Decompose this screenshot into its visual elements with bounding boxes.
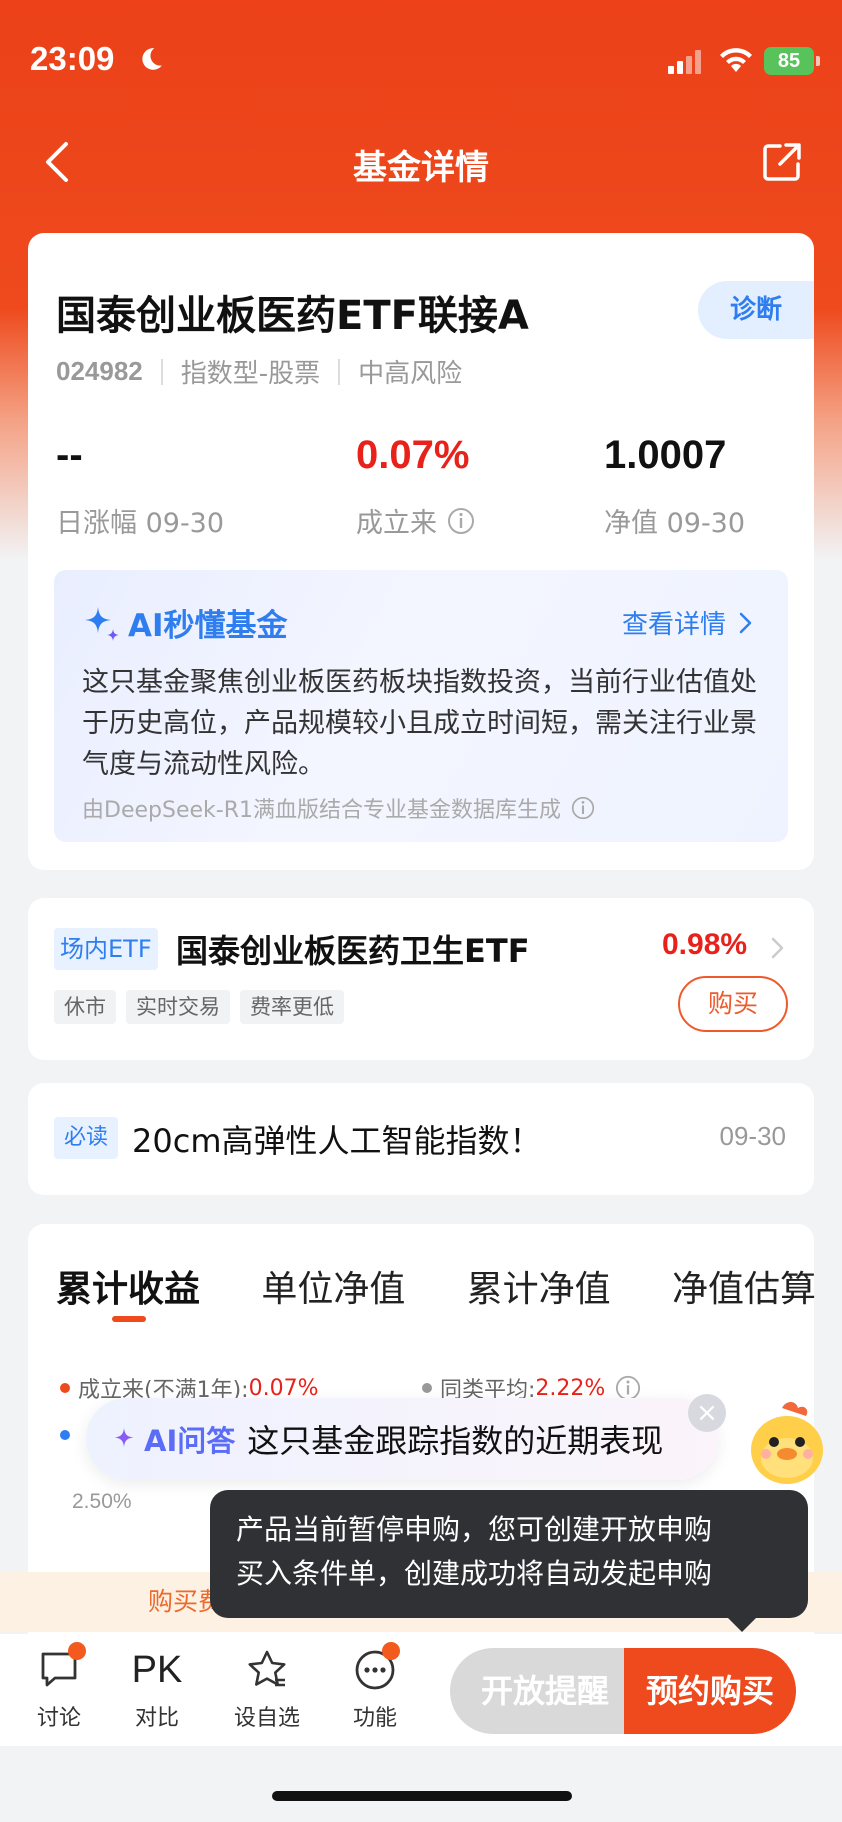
tab-cumulative-return[interactable]: 累计收益	[56, 1260, 200, 1312]
tool-label: 功能	[352, 1706, 397, 1731]
etf-tag-item: 休市	[54, 990, 116, 1024]
tooltip-arrow	[726, 1616, 758, 1632]
battery-indicator: 85	[764, 47, 820, 75]
news-date: 09-30	[719, 1121, 787, 1151]
tool-add-watchlist[interactable]: 设自选	[222, 1648, 312, 1732]
tooltip-line: 买入条件单，创建成功将自动发起申购	[236, 1557, 713, 1590]
y-axis-tick: 2.50%	[72, 1490, 132, 1513]
pk-icon: PK	[131, 1649, 183, 1691]
ai-ask-question: 这只基金跟踪指数的近期表现	[247, 1422, 664, 1460]
tool-label: 讨论	[36, 1706, 81, 1731]
etf-tag-item: 实时交易	[126, 990, 230, 1024]
stat-daily-change: -- 日涨幅 09-30	[56, 433, 224, 540]
linked-etf-card[interactable]: 场内ETF 国泰创业板医药卫生ETF 0.98% 休市 实时交易 费率更低 购买	[28, 898, 814, 1060]
notification-dot	[382, 1642, 400, 1660]
etf-change: 0.98%	[662, 928, 748, 961]
signal-icon	[668, 50, 701, 74]
legend-index	[60, 1430, 78, 1440]
stat-label-row: 成立来	[356, 501, 475, 540]
status-time: 23:09	[30, 40, 115, 77]
bottom-action-bar: 讨论 PK 对比 设自选 功能 开放提醒 预约购买	[0, 1634, 842, 1746]
news-title: 20cm高弹性人工智能指数！	[132, 1122, 542, 1160]
tool-more-functions[interactable]: 功能	[330, 1648, 420, 1732]
etf-buy-button[interactable]: 购买	[678, 976, 788, 1032]
active-tab-indicator	[112, 1316, 146, 1322]
tab-unit-nav[interactable]: 单位净值	[261, 1260, 405, 1312]
purchase-paused-tooltip: 产品当前暂停申购，您可创建开放申购 买入条件单，创建成功将自动发起申购	[210, 1490, 808, 1618]
must-read-tag: 必读	[54, 1117, 118, 1159]
stat-label: 成立来	[356, 508, 437, 539]
wifi-icon	[720, 48, 752, 72]
ai-summary-body: 这只基金聚焦创业板医药板块指数投资，当前行业估值处于历史高位，产品规模较小且成立…	[82, 667, 757, 780]
stat-nav: 1.0007 净值 09-30	[604, 433, 745, 540]
etf-tag-list: 休市 实时交易 费率更低	[54, 990, 344, 1024]
stat-value: --	[56, 433, 83, 477]
ai-source-row: 由DeepSeek-R1满血版结合专业基金数据库生成	[82, 792, 595, 824]
status-bar: 23:09 85	[0, 0, 842, 120]
sparkle-icon	[85, 606, 119, 641]
tab-nav-estimate[interactable]: 净值估算	[672, 1260, 816, 1312]
tool-compare[interactable]: PK 对比	[112, 1648, 202, 1732]
nav-bar: 基金详情	[0, 120, 842, 200]
ai-ask-bar[interactable]: AI问答 这只基金跟踪指数的近期表现	[86, 1398, 718, 1480]
etf-name: 国泰创业板医药卫生ETF	[176, 932, 530, 970]
tool-label: 设自选	[233, 1706, 300, 1731]
tool-discuss[interactable]: 讨论	[14, 1648, 104, 1732]
home-indicator[interactable]	[272, 1791, 572, 1801]
ai-summary-title: AI秒懂基金	[128, 608, 288, 644]
tab-accumulated-nav[interactable]: 累计净值	[467, 1260, 611, 1312]
close-icon[interactable]: ×	[688, 1394, 726, 1432]
ai-ask-label: AI问答	[144, 1424, 236, 1458]
etf-tag-item: 费率更低	[240, 990, 344, 1024]
legend-dot	[60, 1383, 70, 1393]
info-icon[interactable]	[571, 796, 595, 820]
fund-meta: 024982 指数型-股票 中高风险	[56, 353, 462, 390]
chevron-right-icon	[771, 937, 784, 959]
performance-tabs: 累计收益 单位净值 累计净值 净值估算	[56, 1260, 816, 1312]
etf-tag: 场内ETF	[54, 928, 158, 970]
stat-value: 0.07%	[356, 433, 470, 477]
must-read-card[interactable]: 必读 20cm高弹性人工智能指数！ 09-30	[28, 1083, 814, 1195]
ai-summary-title-row: AI秒懂基金	[82, 600, 288, 645]
divider	[338, 358, 341, 385]
stat-label: 净值 09-30	[604, 508, 746, 539]
mascot-icon[interactable]	[742, 1398, 832, 1490]
ai-summary-box[interactable]: AI秒懂基金 查看详情 这只基金聚焦创业板医药板块指数投资，当前行业估值处于历史…	[54, 570, 788, 842]
tooltip-line: 产品当前暂停申购，您可创建开放申购	[236, 1513, 713, 1546]
star-icon	[248, 1650, 286, 1687]
share-icon[interactable]	[760, 140, 804, 184]
page-title: 基金详情	[353, 148, 489, 188]
legend-value: 0.07%	[248, 1375, 319, 1401]
safe-area	[0, 1746, 842, 1822]
fund-category: 指数型-股票	[180, 359, 321, 389]
fund-name: 国泰创业板医药ETF联接A	[56, 293, 529, 339]
ai-view-details-label: 查看详情	[621, 610, 726, 640]
ai-source-text: 由DeepSeek-R1满血版结合专业基金数据库生成	[82, 798, 561, 823]
diagnose-button[interactable]: 诊断	[698, 281, 814, 339]
legend-dot	[60, 1430, 70, 1440]
divider	[160, 358, 163, 385]
stat-label: 日涨幅 09-30	[56, 508, 225, 539]
open-reminder-button[interactable]: 开放提醒	[450, 1648, 640, 1734]
moon-icon	[142, 48, 162, 70]
info-icon[interactable]	[447, 507, 475, 535]
legend-dot	[422, 1383, 432, 1393]
notification-dot	[68, 1642, 86, 1660]
fund-risk: 中高风险	[358, 359, 463, 389]
ai-ask-label-row: AI问答	[112, 1418, 235, 1460]
tool-label: 对比	[134, 1706, 179, 1731]
reserve-purchase-button[interactable]: 预约购买	[624, 1648, 796, 1734]
sparkle-icon	[114, 1428, 134, 1447]
stat-value: 1.0007	[604, 433, 727, 477]
fund-code: 024982	[56, 356, 143, 386]
fund-summary-card: 国泰创业板医药ETF联接A 诊断 024982 指数型-股票 中高风险 -- 日…	[28, 233, 814, 870]
chevron-right-icon	[739, 612, 752, 633]
legend-value: 2.22%	[535, 1375, 606, 1401]
stat-since-inception: 0.07% 成立来	[356, 433, 475, 540]
ai-view-details-link[interactable]: 查看详情	[622, 604, 754, 641]
